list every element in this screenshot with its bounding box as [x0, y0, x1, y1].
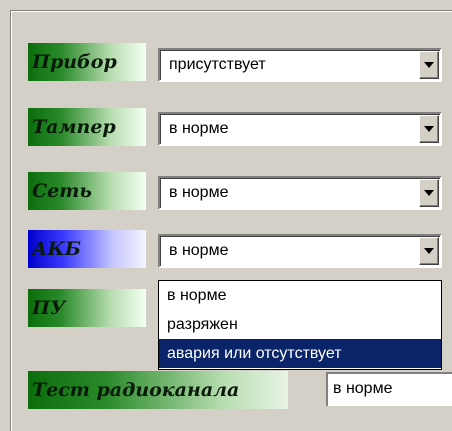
- chevron-down-icon: [424, 62, 434, 68]
- label-device: Прибор: [28, 43, 146, 81]
- label-radio-test: Тест радиоканала: [28, 371, 288, 409]
- radio-test-field[interactable]: в норме: [326, 372, 452, 406]
- network-combobox-value: в норме: [169, 184, 229, 201]
- chevron-down-icon: [424, 126, 434, 132]
- battery-combobox-value: в норме: [169, 242, 229, 259]
- tamper-dropdown-button[interactable]: [419, 115, 439, 143]
- label-tamper-text: Тампер: [32, 116, 116, 138]
- label-network: Сеть: [28, 172, 146, 210]
- radio-test-value: в норме: [333, 380, 393, 397]
- chevron-down-icon: [424, 190, 434, 196]
- dropdown-option[interactable]: разряжен: [159, 310, 441, 339]
- tamper-combobox-value: в норме: [169, 120, 229, 137]
- network-combobox[interactable]: в норме: [158, 176, 442, 210]
- label-tamper: Тампер: [28, 108, 146, 146]
- battery-dropdown-list[interactable]: в норме разряжен авария или отсутствует: [158, 280, 442, 370]
- battery-dropdown-button[interactable]: [419, 237, 439, 265]
- device-combobox[interactable]: присутствует: [158, 48, 442, 82]
- label-radio-test-text: Тест радиоканала: [32, 379, 240, 401]
- label-network-text: Сеть: [32, 180, 92, 202]
- chevron-down-icon: [424, 248, 434, 254]
- label-control-panel-text: ПУ: [32, 297, 66, 319]
- label-battery-text: АКБ: [32, 238, 81, 260]
- tamper-combobox[interactable]: в норме: [158, 112, 442, 146]
- dropdown-option[interactable]: в норме: [159, 281, 441, 310]
- dropdown-option-selected[interactable]: авария или отсутствует: [159, 339, 441, 368]
- device-combobox-value: присутствует: [169, 56, 266, 73]
- device-dropdown-button[interactable]: [419, 51, 439, 79]
- network-dropdown-button[interactable]: [419, 179, 439, 207]
- label-control-panel: ПУ: [28, 289, 146, 327]
- battery-combobox[interactable]: в норме: [158, 234, 442, 268]
- label-device-text: Прибор: [32, 51, 117, 73]
- label-battery: АКБ: [28, 230, 146, 268]
